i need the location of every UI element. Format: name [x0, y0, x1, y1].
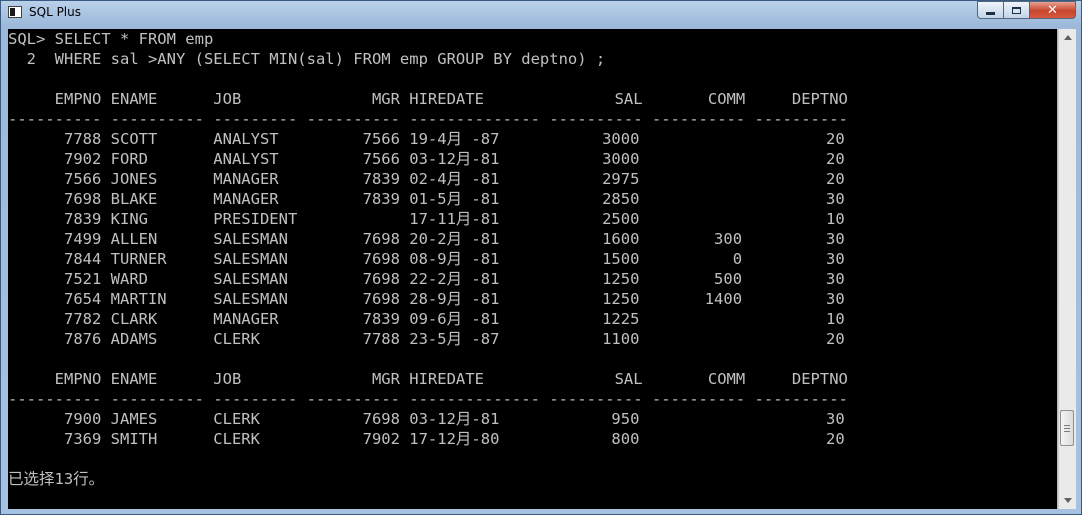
maximize-icon	[1012, 6, 1021, 14]
close-button[interactable]: ✕	[1030, 1, 1076, 19]
console-line-text: 7698 BLAKE MANAGER 7839 01-5月 -81 2850 3…	[8, 190, 845, 208]
console-line: 7521 WARD SALESMAN 7698 22-2月 -81 1250 5…	[8, 269, 848, 289]
console-line-text: 已选择13行。	[8, 470, 105, 488]
close-icon: ✕	[1047, 2, 1058, 18]
console-line-text: 7900 JAMES CLERK 7698 03-12月-81 950 30	[8, 410, 845, 428]
window-controls: ✕	[977, 1, 1076, 19]
console-line-text: EMPNO ENAME JOB MGR HIREDATE SAL COMM DE…	[8, 370, 848, 388]
minimize-button[interactable]	[977, 1, 1004, 19]
console-line-text: 7902 FORD ANALYST 7566 03-12月-81 3000 20	[8, 150, 845, 168]
arrow-down-icon	[1063, 498, 1072, 503]
console-line-text: 7654 MARTIN SALESMAN 7698 28-9月 -81 1250…	[8, 290, 845, 308]
console-line: 7654 MARTIN SALESMAN 7698 28-9月 -81 1250…	[8, 289, 848, 309]
console-line-text: 2 WHERE sal >ANY (SELECT MIN(sal) FROM e…	[8, 50, 606, 68]
window-title: SQL Plus	[29, 5, 81, 19]
console-line-text: 7369 SMITH CLERK 7902 17-12月-80 800 20	[8, 430, 845, 448]
console-line: EMPNO ENAME JOB MGR HIREDATE SAL COMM DE…	[8, 369, 848, 389]
console-line: 7902 FORD ANALYST 7566 03-12月-81 3000 20	[8, 149, 848, 169]
console-line: 2 WHERE sal >ANY (SELECT MIN(sal) FROM e…	[8, 49, 848, 69]
console-line-text: 7876 ADAMS CLERK 7788 23-5月 -87 1100 20	[8, 330, 845, 348]
title-bar[interactable]: SQL Plus ✕	[1, 1, 1081, 25]
console-line-text: ---------- ---------- --------- --------…	[8, 390, 848, 408]
console-line: 7499 ALLEN SALESMAN 7698 20-2月 -81 1600 …	[8, 229, 848, 249]
console-output[interactable]: SQL> SELECT * FROM emp 2 WHERE sal >ANY …	[8, 29, 1057, 509]
console-line-text: 7844 TURNER SALESMAN 7698 08-9月 -81 1500…	[8, 250, 845, 268]
console-line-text: 7566 JONES MANAGER 7839 02-4月 -81 2975 2…	[8, 170, 845, 188]
scrollbar-thumb[interactable]	[1060, 410, 1074, 446]
console-line: 7839 KING PRESIDENT 17-11月-81 2500 10	[8, 209, 848, 229]
sqlplus-window: SQL Plus ✕ SQL> SELECT * FROM emp 2 WHER…	[0, 0, 1082, 515]
console-lines: SQL> SELECT * FROM emp 2 WHERE sal >ANY …	[8, 29, 848, 489]
console-line: 7900 JAMES CLERK 7698 03-12月-81 950 30	[8, 409, 848, 429]
console-line: 7782 CLARK MANAGER 7839 09-6月 -81 1225 1…	[8, 309, 848, 329]
console-line: 7698 BLAKE MANAGER 7839 01-5月 -81 2850 3…	[8, 189, 848, 209]
console-line: SQL> SELECT * FROM emp	[8, 29, 848, 49]
console-line: EMPNO ENAME JOB MGR HIREDATE SAL COMM DE…	[8, 89, 848, 109]
console-line: 7566 JONES MANAGER 7839 02-4月 -81 2975 2…	[8, 169, 848, 189]
console-line-text: 7788 SCOTT ANALYST 7566 19-4月 -87 3000 2…	[8, 130, 845, 148]
console-line-text: EMPNO ENAME JOB MGR HIREDATE SAL COMM DE…	[8, 90, 848, 108]
arrow-up-icon	[1063, 35, 1072, 40]
console-line-text: 7782 CLARK MANAGER 7839 09-6月 -81 1225 1…	[8, 310, 845, 328]
scroll-down-button[interactable]	[1059, 492, 1076, 509]
console-line-text: 7521 WARD SALESMAN 7698 22-2月 -81 1250 5…	[8, 270, 845, 288]
vertical-scrollbar[interactable]	[1058, 29, 1076, 509]
console-line-text: 7499 ALLEN SALESMAN 7698 20-2月 -81 1600 …	[8, 230, 845, 248]
console-line: ---------- ---------- --------- --------…	[8, 109, 848, 129]
console-line: 7369 SMITH CLERK 7902 17-12月-80 800 20	[8, 429, 848, 449]
console-line: 7788 SCOTT ANALYST 7566 19-4月 -87 3000 2…	[8, 129, 848, 149]
console-line-text: SQL> SELECT * FROM emp	[8, 30, 214, 48]
console-line: 7844 TURNER SALESMAN 7698 08-9月 -81 1500…	[8, 249, 848, 269]
console-line: 7876 ADAMS CLERK 7788 23-5月 -87 1100 20	[8, 329, 848, 349]
minimize-icon	[986, 11, 995, 15]
app-icon[interactable]	[8, 6, 22, 18]
console-line: ---------- ---------- --------- --------…	[8, 389, 848, 409]
console-line-text: 7839 KING PRESIDENT 17-11月-81 2500 10	[8, 210, 845, 228]
console-line: 已选择13行。	[8, 469, 848, 489]
scroll-up-button[interactable]	[1059, 29, 1076, 46]
console-line-text: ---------- ---------- --------- --------…	[8, 110, 848, 128]
maximize-button[interactable]	[1004, 1, 1030, 19]
